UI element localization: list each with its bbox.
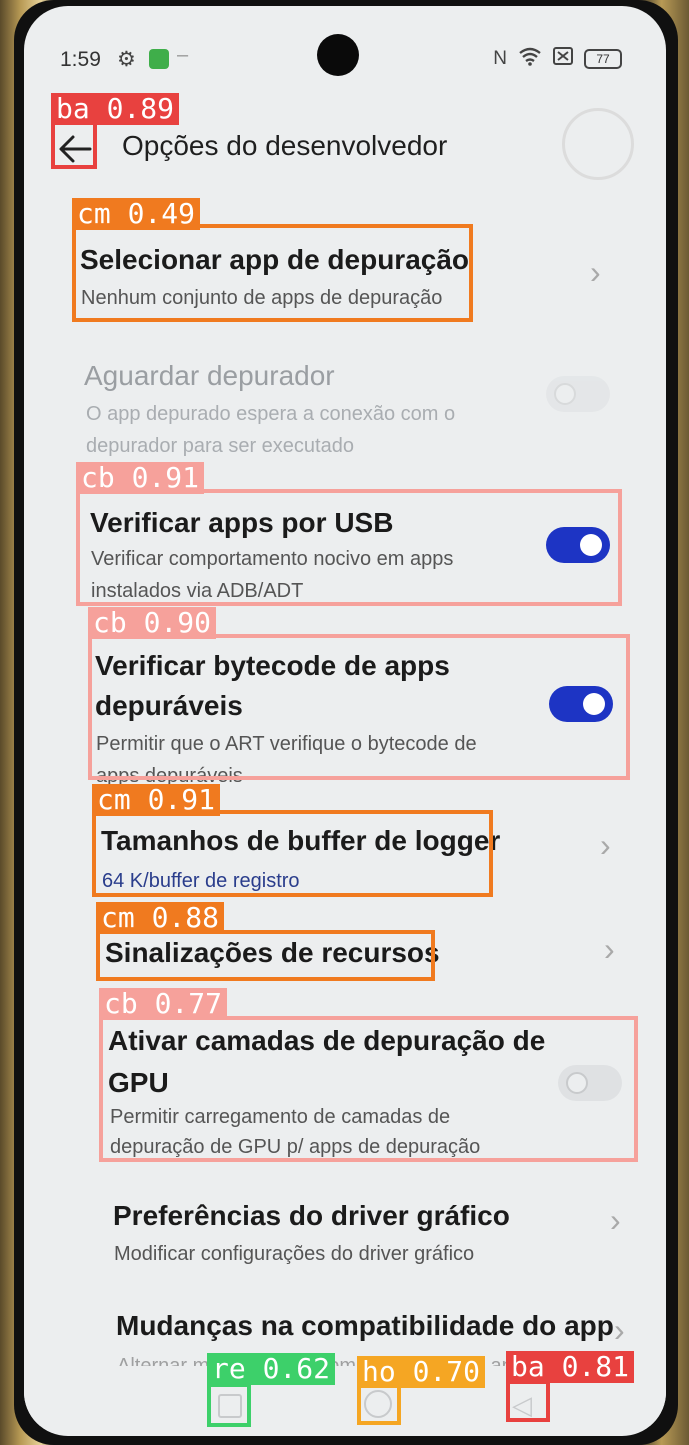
item-subtitle-line1: O app depurado espera a conexão com o xyxy=(86,403,456,425)
detection-box xyxy=(99,1016,638,1162)
detection-label: cb 0.90 xyxy=(88,607,217,639)
detection-box xyxy=(96,930,435,981)
list-item-wait-debugger[interactable]: Aguardar depurador O app depurado espera… xyxy=(24,356,666,466)
wifi-icon xyxy=(518,46,542,72)
chevron-right-icon: › xyxy=(610,1202,621,1238)
detection-box xyxy=(506,1380,550,1422)
status-bar: 1:59 ⚙ – N 77 xyxy=(24,34,666,82)
detection-box xyxy=(51,121,97,169)
app-notification-icon xyxy=(149,49,169,69)
detection-label: cb 0.77 xyxy=(99,988,228,1020)
detection-box xyxy=(357,1383,401,1425)
chevron-right-icon: › xyxy=(604,931,615,967)
detection-box xyxy=(76,489,622,606)
page-title: Opções do desenvolvedor xyxy=(122,130,448,161)
chevron-right-icon: › xyxy=(600,827,611,863)
detection-box xyxy=(72,224,473,322)
detection-label: re 0.62 xyxy=(207,1353,336,1385)
detection-label: cm 0.91 xyxy=(92,784,221,816)
detection-label: cm 0.49 xyxy=(72,198,201,230)
camera-hole xyxy=(317,34,359,76)
chevron-right-icon: › xyxy=(590,254,601,290)
item-title: Preferências do driver gráfico xyxy=(113,1200,510,1231)
nfc-icon: N xyxy=(493,48,507,69)
detection-box xyxy=(207,1383,251,1427)
status-right-icons: N 77 xyxy=(493,46,622,72)
detection-label: ho 0.70 xyxy=(357,1356,486,1388)
detection-label: cb 0.91 xyxy=(76,462,205,494)
item-subtitle: Modificar configurações do driver gráfic… xyxy=(114,1243,475,1265)
item-title: Aguardar depurador xyxy=(84,360,335,391)
sim-off-icon xyxy=(553,47,573,71)
detection-label: ba 0.81 xyxy=(506,1351,635,1383)
item-title: Mudanças na compatibilidade do app xyxy=(116,1310,614,1341)
detection-label: ba 0.89 xyxy=(51,93,180,125)
item-subtitle-line2: depurador para ser executado xyxy=(86,435,354,457)
dash-icon: – xyxy=(177,44,189,66)
chevron-right-icon: › xyxy=(614,1312,625,1348)
detection-label: cm 0.88 xyxy=(96,902,225,934)
detection-box xyxy=(92,810,493,897)
battery-icon: 77 xyxy=(584,49,622,69)
detection-box xyxy=(88,634,630,780)
settings-notification-icon: ⚙ xyxy=(117,48,136,71)
floating-circle xyxy=(562,108,634,180)
wait-debugger-toggle[interactable] xyxy=(546,376,610,412)
status-time: 1:59 xyxy=(60,48,101,71)
list-item-graphics-driver[interactable]: Preferências do driver gráfico Modificar… xyxy=(24,1196,666,1276)
